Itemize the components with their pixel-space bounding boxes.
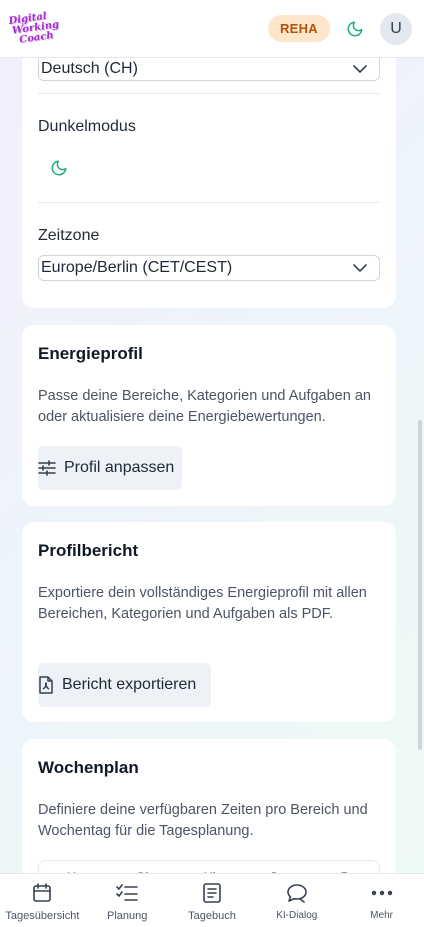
sliders-icon [38,460,56,476]
card-description: Definiere deine verfügbaren Zeiten pro B… [38,802,368,839]
checklist-icon [116,882,138,904]
bottom-navigation: Tagesübersicht Planung Tagebuch KI-Dialo… [0,873,424,927]
app-logo[interactable]: Digital Working Coach [8,10,60,47]
more-icon [371,882,393,904]
journal-icon [203,882,221,904]
scrollbar[interactable] [418,420,422,750]
timezone-select[interactable]: Europe/Berlin (CET/CEST) [38,255,380,281]
card-description: Exportiere dein vollständiges Energiepro… [38,585,367,622]
profile-report-card: Profilbericht Exportiere dein vollständi… [22,522,396,722]
nav-item-planung[interactable]: Planung [85,874,169,922]
language-select[interactable]: Deutsch (CH) [38,58,380,81]
export-report-button[interactable]: Bericht exportieren [38,663,211,707]
nav-item-mehr[interactable]: Mehr [340,874,424,921]
pdf-file-icon [38,676,54,694]
adjust-profile-button[interactable]: Profil anpassen [38,446,182,490]
card-title: Energieprofil [38,344,143,363]
energy-profile-card: Energieprofil Passe deine Bereiche, Kate… [22,325,396,506]
chevron-down-icon [353,264,367,272]
card-description: Passe deine Bereiche, Kategorien und Auf… [38,388,371,425]
nav-item-ki-dialog[interactable]: KI-Dialog [255,874,339,921]
week-plan-table[interactable]: Mo Di Mi Do Fr [38,860,380,873]
week-plan-card: Wochenplan Definiere deine verfügbaren Z… [22,739,396,873]
top-header: Digital Working Coach REHA U [0,0,424,58]
nav-item-tagebuch[interactable]: Tagebuch [170,874,254,922]
theme-toggle-moon-icon[interactable] [344,18,366,40]
main-content[interactable]: Deutsch (CH) Dunkelmodus Zeitzone Europe… [0,58,424,873]
dark-mode-moon-icon[interactable] [48,157,70,179]
card-title: Wochenplan [38,758,139,777]
chevron-down-icon [353,65,367,73]
divider [38,202,380,203]
calendar-icon [32,882,52,904]
reha-badge[interactable]: REHA [267,15,330,42]
card-title: Profilbericht [38,541,139,560]
timezone-label: Zeitzone [38,227,100,244]
user-avatar[interactable]: U [380,12,412,45]
nav-item-tagesuebersicht[interactable]: Tagesübersicht [0,874,84,922]
divider [38,93,380,94]
dark-mode-label: Dunkelmodus [38,118,136,135]
chat-icon [286,882,308,904]
settings-card: Deutsch (CH) Dunkelmodus Zeitzone Europe… [22,58,396,308]
